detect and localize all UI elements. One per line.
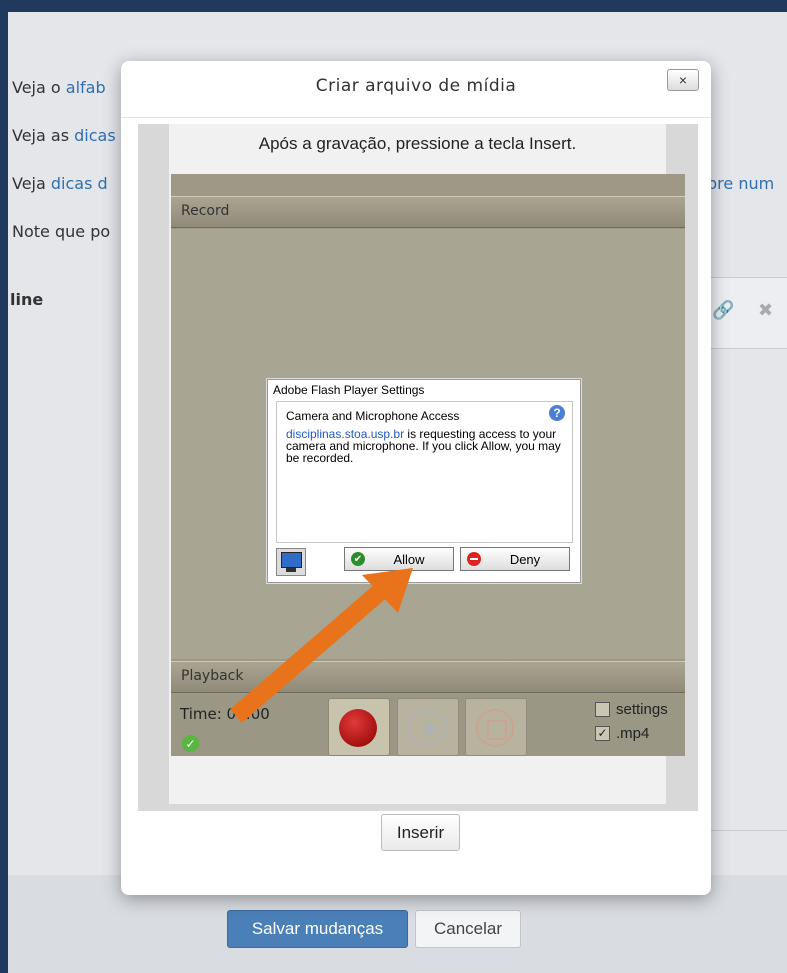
bg-line-3: Veja dicas d [12,174,108,193]
mp4-checkbox[interactable]: ✓ .mp4 [595,725,649,742]
flash-dialog-panel: Camera and Microphone Access ? disciplin… [276,401,573,543]
camera-access-message: disciplinas.stoa.usp.br is requesting ac… [286,428,568,464]
insert-hint: Após a gravação, pressione a tecla Inser… [258,134,577,153]
bg-link-alfabeto[interactable]: alfab [66,78,106,97]
bg-line-2-prefix: Veja as [12,126,75,145]
mp4-label: .mp4 [616,725,650,742]
play-button[interactable] [397,698,459,756]
record-bar: Record [171,196,685,228]
settings-checkbox-box[interactable] [595,702,610,717]
unlink-icon[interactable]: ✖ [758,300,773,321]
bg-link-dicas[interactable]: dicas [74,126,116,145]
time-display: Time: 00:00 [180,705,270,723]
allow-button[interactable]: ✔ Allow [344,547,454,571]
camera-access-heading: Camera and Microphone Access [286,409,460,423]
left-border [0,0,8,973]
recorder-frame: Após a gravação, pressione a tecla Inser… [169,124,685,804]
bg-heading: line [10,290,44,309]
deny-button[interactable]: Deny [460,547,570,571]
insert-button[interactable]: Inserir [381,814,460,851]
time-value: 00:00 [226,705,270,723]
video-stage: Adobe Flash Player Settings Camera and M… [171,229,685,659]
flash-recorder: Record Adobe Flash Player Settings Camer… [171,174,685,756]
cancel-button[interactable]: Cancelar [415,910,521,948]
dialog-header: Criar arquivo de mídia × [121,61,711,118]
close-button[interactable]: × [667,69,699,91]
record-button[interactable] [328,698,390,756]
bg-line-4: Note que po [12,222,111,241]
help-icon[interactable]: ? [549,405,565,421]
record-label: Record [181,203,230,219]
play-icon [408,709,446,747]
flash-dialog-title: Adobe Flash Player Settings [273,383,425,397]
settings-label: settings [616,701,668,718]
status-ok-icon: ✓ [182,735,199,752]
mp4-checkbox-box[interactable]: ✓ [595,726,610,741]
media-dialog: Criar arquivo de mídia × Após a gravação… [121,61,711,895]
save-changes-button[interactable]: Salvar mudanças [227,910,408,948]
bg-link-dicas-2[interactable]: dicas d [51,174,108,193]
close-icon: × [678,72,688,88]
bg-right-link[interactable]: bre num [707,174,774,193]
allow-label: Allow [393,551,425,567]
time-label: Time: [180,705,222,723]
record-icon [339,709,377,747]
flash-settings-dialog: Adobe Flash Player Settings Camera and M… [267,379,581,583]
playback-bar: Playback [171,661,685,693]
bg-line-2: Veja as dicas [12,126,116,145]
bg-line-3-prefix: Veja [12,174,51,193]
deny-icon [467,552,481,566]
playback-label: Playback [181,668,244,684]
stop-button[interactable] [465,698,527,756]
deny-label: Deny [509,551,541,567]
checkmark-icon: ✔ [351,552,365,566]
page: Veja o alfab Veja as dicas Veja dicas d … [0,0,787,973]
recorder-controls: Time: 00:00 ✓ settings ✓ .mp4 [171,695,685,756]
top-border [0,0,787,12]
monitor-icon[interactable] [276,548,306,576]
link-icon[interactable]: 🔗 [712,300,734,321]
bg-line-1-prefix: Veja o [12,78,66,97]
settings-checkbox[interactable]: settings [595,701,668,718]
bg-line-1: Veja o alfab [12,78,106,97]
stop-icon [476,709,514,747]
dialog-title: Criar arquivo de mídia [315,76,517,96]
dialog-body: Após a gravação, pressione a tecla Inser… [138,124,698,811]
